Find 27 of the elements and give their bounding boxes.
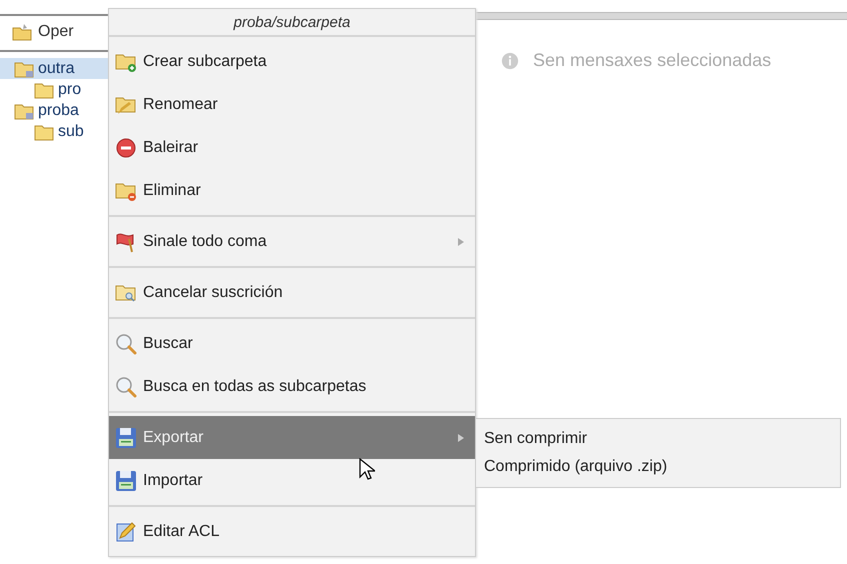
menu-item[interactable]: Importar — [109, 459, 475, 502]
menu-item[interactable]: Renomear — [109, 83, 475, 126]
folder-item[interactable]: proba — [0, 100, 108, 121]
menu-item[interactable]: Busca en todas as subcarpetas — [109, 365, 475, 408]
menu-item[interactable]: Crear subcarpeta — [109, 40, 475, 83]
status-message: Sen mensaxes seleccionadas — [533, 50, 772, 71]
search-icon — [115, 332, 137, 354]
folder-item[interactable]: pro — [0, 79, 108, 100]
minus-circle-icon — [115, 136, 137, 158]
mouse-cursor-icon — [359, 458, 375, 482]
menu-item[interactable]: Baleirar — [109, 126, 475, 169]
info-icon — [501, 52, 519, 70]
folder-item[interactable]: outra — [0, 58, 108, 79]
panel-title: Oper — [38, 23, 74, 41]
folder-item[interactable]: sub — [0, 121, 108, 142]
menu-item[interactable]: Buscar — [109, 322, 475, 365]
edit-icon — [115, 520, 137, 542]
folder-icon — [12, 22, 32, 42]
menu-item[interactable]: Sen comprimir — [476, 425, 840, 453]
search-icon — [115, 376, 137, 398]
menu-item[interactable]: Sinale todo coma — [109, 220, 475, 263]
menu-item[interactable]: Comprimido (arquivo .zip) — [476, 453, 840, 481]
menu-item[interactable]: Cancelar suscrición — [109, 271, 475, 314]
menu-item[interactable]: Eliminar — [109, 169, 475, 212]
menu-item[interactable]: Exportar — [109, 416, 475, 459]
menu-item[interactable]: Editar ACL — [109, 510, 475, 553]
menu-title: proba/subcarpeta — [109, 9, 475, 37]
